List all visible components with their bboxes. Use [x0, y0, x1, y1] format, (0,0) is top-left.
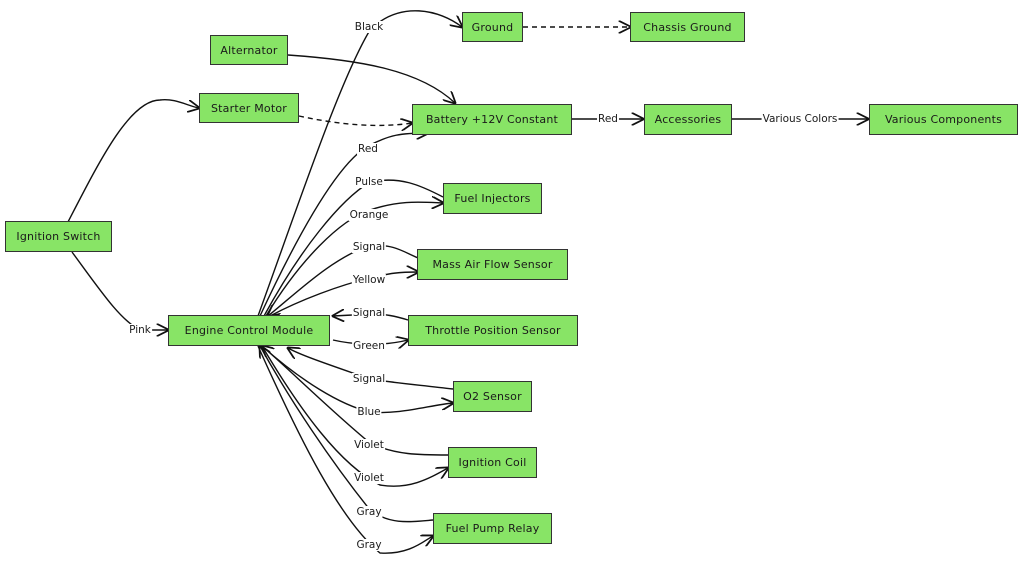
node-engine-control-module[interactable]: Engine Control Module	[168, 315, 330, 346]
edge-label-signal-maf: Signal	[351, 241, 387, 253]
edge-yellow	[269, 272, 418, 317]
edge-label-signal-o2: Signal	[351, 373, 387, 385]
edge-label-black: Black	[353, 21, 385, 33]
edge-ignition-starter	[67, 98, 199, 223]
edge-label-violet-2: Violet	[353, 472, 385, 484]
node-alternator[interactable]: Alternator	[210, 35, 288, 65]
node-ground[interactable]: Ground	[462, 12, 523, 42]
edge-label-green: Green	[352, 340, 386, 352]
node-ignition-coil[interactable]: Ignition Coil	[448, 447, 537, 478]
node-fuel-pump-relay[interactable]: Fuel Pump Relay	[433, 513, 552, 544]
edge-label-pink: Pink	[128, 324, 152, 336]
node-throttle-position-sensor[interactable]: Throttle Position Sensor	[408, 315, 578, 346]
wiring-diagram: Alternator Starter Motor Ignition Switch…	[0, 0, 1024, 563]
node-battery[interactable]: Battery +12V Constant	[412, 104, 572, 135]
node-ignition-switch[interactable]: Ignition Switch	[5, 221, 112, 252]
edge-label-yellow: Yellow	[351, 274, 387, 286]
node-accessories[interactable]: Accessories	[644, 104, 732, 135]
node-mass-air-flow-sensor[interactable]: Mass Air Flow Sensor	[417, 249, 568, 280]
node-chassis-ground[interactable]: Chassis Ground	[630, 12, 745, 42]
edge-label-gray-2: Gray	[355, 539, 383, 551]
edge-pink	[71, 251, 168, 330]
edge-label-gray-1: Gray	[355, 506, 383, 518]
edge-label-violet-1: Violet	[353, 439, 385, 451]
edge-starter-battery	[298, 115, 412, 125]
node-various-components[interactable]: Various Components	[869, 104, 1018, 135]
edge-label-red: Red	[357, 143, 379, 155]
node-o2-sensor[interactable]: O2 Sensor	[453, 381, 532, 412]
node-fuel-injectors[interactable]: Fuel Injectors	[443, 183, 542, 214]
edge-label-signal-tps: Signal	[351, 307, 387, 319]
edge-alternator-battery	[287, 54, 455, 103]
edge-label-various-colors: Various Colors	[761, 113, 839, 125]
edge-label-blue: Blue	[356, 406, 382, 418]
edge-label-pulse: Pulse	[354, 176, 384, 188]
node-starter-motor[interactable]: Starter Motor	[199, 93, 299, 123]
edges-layer	[67, 10, 1024, 554]
edge-label-red-accessories: Red	[597, 113, 619, 125]
edge-label-orange: Orange	[348, 209, 390, 221]
edge-gray-1	[260, 346, 434, 523]
